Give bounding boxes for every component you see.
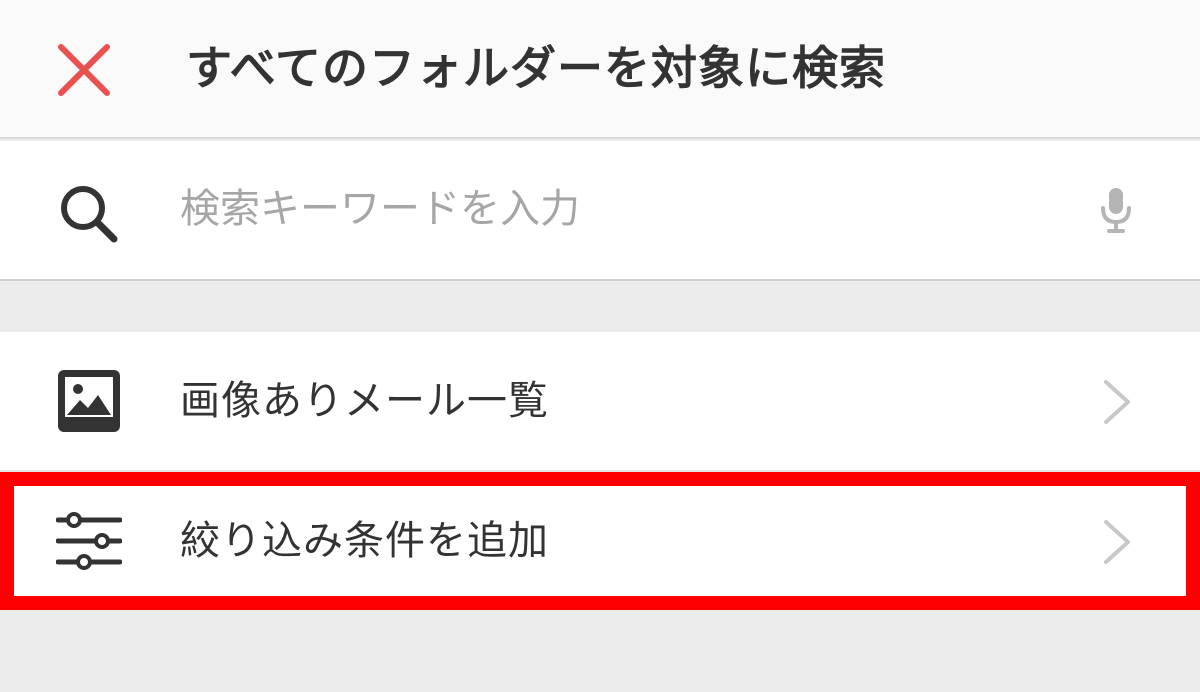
filter-sliders-icon <box>56 512 122 570</box>
search-icon <box>61 186 118 243</box>
chevron-right-icon <box>1104 380 1130 424</box>
list-item-label: 絞り込み条件を追加 <box>180 518 549 564</box>
header-bar: すべてのフォルダーを対象に検索 <box>0 0 1200 139</box>
microphone-icon[interactable] <box>1098 186 1134 234</box>
list-item-label: 画像ありメール一覧 <box>180 378 549 424</box>
list-item-add-filter[interactable]: 絞り込み条件を追加 <box>0 472 1200 610</box>
search-screen: すべてのフォルダーを対象に検索 画像ありメール一覧 <box>0 0 1200 692</box>
page-title: すべてのフォルダーを対象に検索 <box>186 41 886 95</box>
chevron-right-icon <box>1104 520 1130 564</box>
search-bar <box>0 141 1200 281</box>
close-button[interactable] <box>44 30 124 110</box>
image-icon <box>58 370 120 432</box>
search-input[interactable] <box>180 177 1060 241</box>
close-icon <box>58 44 110 96</box>
list-item-image-mails[interactable]: 画像ありメール一覧 <box>0 332 1200 470</box>
